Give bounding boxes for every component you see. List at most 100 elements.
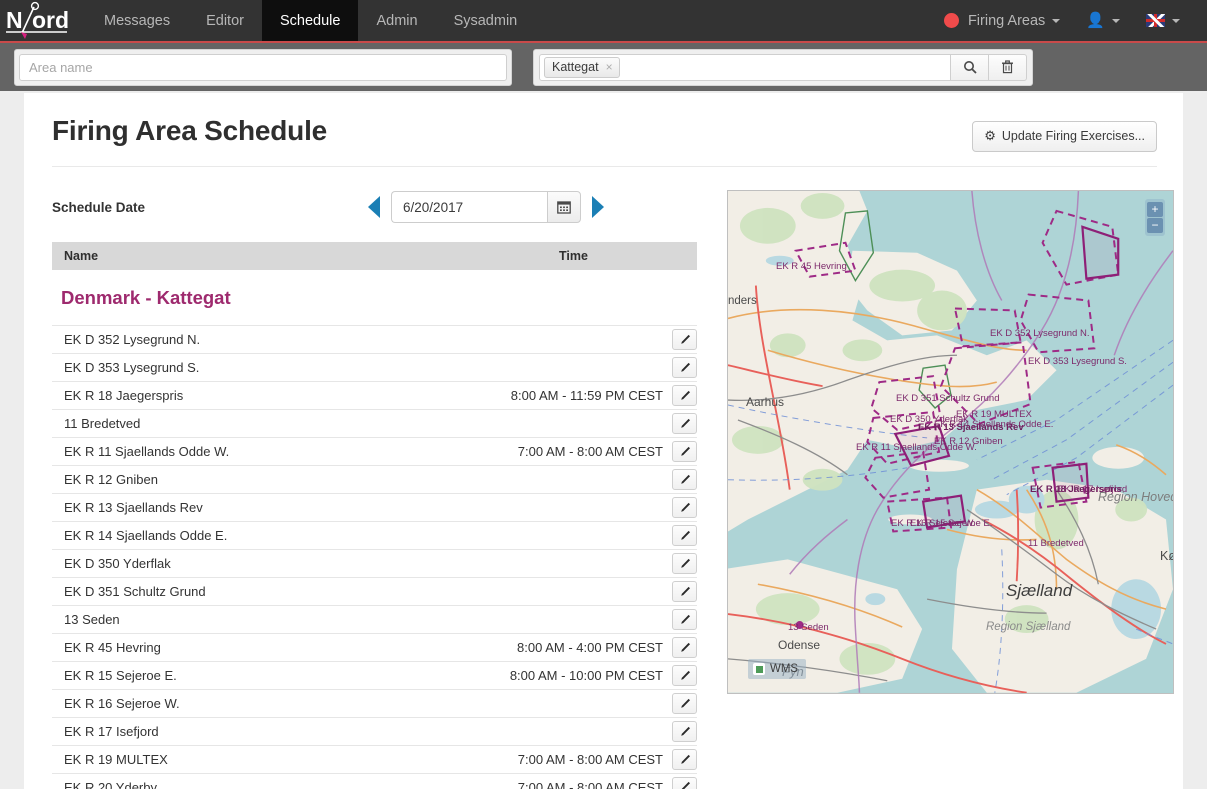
row-area-name: 13 Seden bbox=[64, 612, 120, 627]
nav-item-admin[interactable]: Admin bbox=[358, 0, 435, 41]
edit-row-button[interactable] bbox=[672, 525, 697, 546]
chevron-down-icon bbox=[1052, 18, 1061, 23]
nav-item-messages[interactable]: Messages bbox=[86, 0, 188, 41]
nav-item-schedule[interactable]: Schedule bbox=[261, 0, 359, 41]
clear-filter-button[interactable] bbox=[989, 53, 1027, 81]
edit-row-button[interactable] bbox=[672, 553, 697, 574]
nav-label: Messages bbox=[104, 12, 171, 29]
pencil-icon bbox=[681, 781, 690, 789]
edit-row-button[interactable] bbox=[672, 441, 697, 462]
table-row: 11 Bredetved bbox=[52, 409, 697, 437]
calendar-icon bbox=[557, 201, 571, 214]
filter-bar: Kattegat × bbox=[0, 43, 1207, 91]
layer-label: WMS bbox=[770, 663, 799, 675]
update-firing-exercises-button[interactable]: ⚙ Update Firing Exercises... bbox=[972, 121, 1157, 152]
schedule-date-input[interactable] bbox=[391, 191, 548, 223]
brand-logo[interactable]: N ord bbox=[0, 0, 74, 41]
row-area-name: 11 Bredetved bbox=[64, 416, 141, 431]
edit-row-button[interactable] bbox=[672, 581, 697, 602]
schedule-date-row: Schedule Date bbox=[52, 190, 697, 224]
domain-label: Firing Areas bbox=[967, 12, 1046, 29]
row-time: 8:00 AM - 10:00 PM CEST bbox=[509, 668, 663, 683]
update-button-label: Update Firing Exercises... bbox=[1001, 129, 1145, 143]
edit-row-button[interactable] bbox=[672, 329, 697, 350]
language-menu[interactable] bbox=[1133, 14, 1193, 27]
nav-items: Messages Editor Schedule Admin Sysadmin bbox=[86, 0, 535, 41]
table-row: EK D 350 Yderflak bbox=[52, 549, 697, 577]
edit-row-button[interactable] bbox=[672, 637, 697, 658]
row-time: 8:00 AM - 11:59 PM CEST bbox=[510, 388, 663, 403]
tag-input-field[interactable]: Kattegat × bbox=[539, 53, 951, 81]
zoom-out-button[interactable]: − bbox=[1147, 218, 1163, 233]
edit-row-button[interactable] bbox=[672, 609, 697, 630]
pencil-icon bbox=[680, 558, 690, 568]
nav-item-editor[interactable]: Editor bbox=[188, 0, 262, 41]
row-area-name: EK R 15 Sejeroe E. bbox=[64, 668, 177, 683]
edit-row-button[interactable] bbox=[672, 693, 697, 714]
prev-day-button[interactable] bbox=[368, 196, 381, 218]
close-icon[interactable]: × bbox=[606, 60, 613, 74]
nav-item-sysadmin[interactable]: Sysadmin bbox=[436, 0, 536, 41]
map-panel: EK R 45 Hevring EK D 352 Lysegrund N. EK D… bbox=[727, 190, 1174, 789]
map-canvas bbox=[728, 191, 1173, 693]
table-row: EK R 13 Sjaellands Rev bbox=[52, 493, 697, 521]
pencil-icon bbox=[680, 446, 690, 456]
row-area-name: EK R 11 Sjaellands Odde W. bbox=[64, 444, 230, 459]
gear-icon: ⚙ bbox=[984, 128, 996, 143]
domain-status-dot-icon bbox=[943, 13, 959, 28]
nav-label: Sysadmin bbox=[453, 12, 518, 29]
filter-tag[interactable]: Kattegat × bbox=[544, 56, 620, 78]
area-name-filter-group bbox=[14, 48, 512, 86]
schedule-date-label: Schedule Date bbox=[52, 199, 146, 215]
row-area-name: EK R 18 Jaegerspris bbox=[64, 388, 184, 403]
row-area-name: EK R 45 Hevring bbox=[64, 640, 161, 655]
pencil-icon bbox=[680, 418, 690, 428]
pencil-icon bbox=[680, 698, 690, 708]
edit-row-button[interactable] bbox=[672, 385, 697, 406]
row-area-name: EK R 16 Sejeroe W. bbox=[64, 696, 180, 711]
nav-label: Admin bbox=[376, 12, 418, 29]
calendar-picker-button[interactable] bbox=[547, 191, 582, 223]
column-header-time: Time bbox=[559, 249, 588, 263]
uk-flag-icon bbox=[1146, 14, 1165, 27]
search-button[interactable] bbox=[951, 53, 989, 81]
row-area-name: EK D 353 Lysegrund S. bbox=[64, 360, 200, 375]
svg-text:ord: ord bbox=[32, 7, 69, 33]
page-container: Firing Area Schedule ⚙ Update Firing Exe… bbox=[24, 93, 1183, 789]
edit-row-button[interactable] bbox=[672, 497, 697, 518]
area-name-input[interactable] bbox=[19, 53, 507, 81]
edit-row-button[interactable] bbox=[672, 776, 697, 789]
next-day-button[interactable] bbox=[592, 196, 605, 218]
user-menu[interactable]: 👤 bbox=[1073, 13, 1133, 28]
map-layer-toggle[interactable]: WMS bbox=[748, 659, 807, 679]
table-row: EK R 12 Gniben bbox=[52, 465, 697, 493]
trash-icon bbox=[1002, 60, 1013, 74]
table-row: EK R 11 Sjaellands Odde W. 7:00 AM - 8:00… bbox=[52, 437, 697, 465]
row-time: 7:00 AM - 8:00 AM CEST bbox=[517, 444, 663, 459]
pencil-icon bbox=[680, 670, 690, 680]
table-row: EK R 14 Sjaellands Odde E. bbox=[52, 521, 697, 549]
top-navbar: N ord Messages Editor Schedule Admin Sys… bbox=[0, 0, 1207, 43]
edit-row-button[interactable] bbox=[672, 469, 697, 490]
row-area-name: EK R 13 Sjaellands Rev bbox=[64, 500, 203, 515]
page-title: Firing Area Schedule bbox=[52, 115, 328, 146]
row-time: 7:00 AM - 8:00 AM CEST bbox=[517, 752, 663, 767]
map-zoom-controls: + − bbox=[1145, 199, 1165, 236]
schedule-panel: Schedule Date 6/20/2017 Name Time Denmar… bbox=[52, 190, 697, 789]
domain-selector[interactable]: Firing Areas bbox=[931, 13, 1073, 29]
pencil-icon bbox=[680, 362, 690, 372]
column-header-name: Name bbox=[64, 249, 99, 263]
pencil-icon bbox=[680, 334, 690, 344]
chevron-down-icon bbox=[1172, 18, 1180, 23]
edit-row-button[interactable] bbox=[672, 413, 697, 434]
edit-row-button[interactable] bbox=[672, 749, 697, 770]
filter-tag-label: Kattegat bbox=[552, 59, 599, 74]
map-viewport[interactable]: EK R 45 Hevring EK D 352 Lysegrund N. EK D… bbox=[727, 190, 1174, 694]
edit-row-button[interactable] bbox=[672, 357, 697, 378]
pencil-icon bbox=[680, 474, 690, 484]
zoom-in-button[interactable]: + bbox=[1147, 202, 1163, 217]
edit-row-button[interactable] bbox=[672, 721, 697, 742]
page-header: Firing Area Schedule ⚙ Update Firing Exe… bbox=[52, 115, 1157, 167]
pencil-icon bbox=[680, 390, 690, 400]
edit-row-button[interactable] bbox=[672, 665, 697, 686]
